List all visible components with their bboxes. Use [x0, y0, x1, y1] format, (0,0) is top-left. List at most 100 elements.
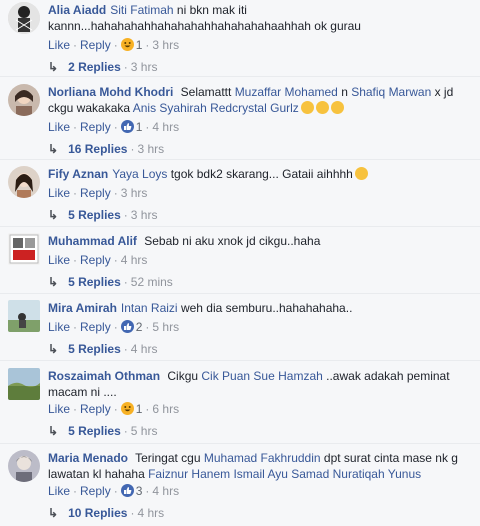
divider — [0, 443, 480, 444]
comment-author[interactable]: Fify Aznan — [48, 167, 108, 181]
replies-count[interactable]: 5 Replies — [68, 424, 121, 438]
comment-time[interactable]: 6 hrs — [152, 402, 179, 416]
divider — [0, 226, 480, 227]
tagged-user[interactable]: Ayu Samad — [267, 467, 329, 481]
replies-link[interactable]: ↳ 5 Replies · 52 mins — [48, 275, 173, 289]
like-button[interactable]: Like — [48, 38, 70, 52]
comment-text: Sebab ni aku xnok jd cikgu..haha — [140, 234, 321, 248]
comment-actions: Like · Reply · 3 · 4 hrs — [48, 484, 180, 498]
reply-button[interactable]: Reply — [80, 253, 111, 267]
avatar[interactable] — [8, 450, 40, 482]
replies-link[interactable]: ↳ 5 Replies · 3 hrs — [48, 208, 157, 222]
tagged-user[interactable]: Yaya Loys — [112, 167, 167, 181]
comment: Maria Menado Teringat cgu Muhamad Fakhru… — [8, 450, 468, 526]
like-button[interactable]: Like — [48, 484, 70, 498]
comment-text: tgok bdk2 skarang... Gataii aihhhh — [167, 167, 353, 181]
replies-count[interactable]: 5 Replies — [68, 342, 121, 356]
comment-actions: Like · Reply · 1 · 3 hrs — [48, 38, 180, 52]
replies-count[interactable]: 10 Replies — [68, 506, 127, 520]
reaction-count[interactable]: 1 — [136, 38, 143, 52]
comment-author[interactable]: Maria Menado — [48, 451, 128, 465]
avatar[interactable] — [8, 233, 40, 265]
haha-reaction-icon[interactable] — [120, 38, 134, 51]
replies-time: 52 mins — [130, 275, 173, 289]
reply-button[interactable]: Reply — [80, 38, 111, 52]
comment-actions: Like · Reply · 1 · 4 hrs — [48, 120, 180, 134]
reply-button[interactable]: Reply — [80, 120, 111, 134]
like-button[interactable]: Like — [48, 253, 70, 267]
comment-text: n — [337, 85, 352, 99]
replies-count[interactable]: 2 Replies — [68, 60, 121, 74]
tagged-user[interactable]: Muhamad Fakhruddin — [204, 451, 321, 465]
replies-link[interactable]: ↳ 16 Replies · 3 hrs — [48, 142, 164, 156]
haha-reaction-icon[interactable] — [120, 402, 134, 415]
divider — [0, 293, 480, 294]
reaction-count[interactable]: 2 — [136, 320, 143, 334]
comment-time[interactable]: 4 hrs — [152, 120, 179, 134]
reaction-count[interactable]: 1 — [136, 120, 143, 134]
like-button[interactable]: Like — [48, 120, 70, 134]
replies-count[interactable]: 5 Replies — [68, 275, 121, 289]
reply-button[interactable]: Reply — [80, 402, 111, 416]
comment-body: Muhammad Alif Sebab ni aku xnok jd cikgu… — [48, 233, 463, 249]
like-reaction-icon[interactable] — [120, 120, 134, 133]
comment-text: Teringat cgu — [132, 451, 204, 465]
comment-time[interactable]: 5 hrs — [152, 320, 179, 334]
laughing-emoji-icon — [330, 101, 344, 114]
tagged-user[interactable]: Muzaffar Mohamed — [235, 85, 338, 99]
comment-body: Fify Aznan Yaya Loys tgok bdk2 skarang...… — [48, 166, 463, 182]
like-reaction-icon[interactable] — [120, 484, 134, 497]
like-button[interactable]: Like — [48, 320, 70, 334]
reply-button[interactable]: Reply — [80, 320, 111, 334]
replies-time: 3 hrs — [130, 60, 158, 74]
comment-author[interactable]: Alia Aiadd — [48, 3, 106, 17]
comment: Roszaimah Othman Cikgu Cik Puan Sue Hamz… — [8, 368, 468, 440]
replies-link[interactable]: ↳ 2 Replies · 3 hrs — [48, 60, 157, 74]
replies-link[interactable]: ↳ 5 Replies · 5 hrs — [48, 424, 157, 438]
avatar[interactable] — [8, 300, 40, 332]
like-button[interactable]: Like — [48, 186, 70, 200]
replies-time: 3 hrs — [137, 142, 165, 156]
avatar[interactable] — [8, 2, 40, 34]
comment-text: weh dia semburu..hahahahaha.. — [177, 301, 353, 315]
comment-author[interactable]: Muhammad Alif — [48, 234, 137, 248]
replies-link[interactable]: ↳ 10 Replies · 4 hrs — [48, 506, 164, 520]
avatar[interactable] — [8, 84, 40, 116]
replies-time: 5 hrs — [130, 424, 158, 438]
avatar[interactable] — [8, 368, 40, 400]
reply-arrow-icon: ↳ — [48, 342, 59, 356]
comment-time[interactable]: 4 hrs — [121, 253, 148, 267]
reaction-count[interactable]: 1 — [136, 402, 143, 416]
tagged-user[interactable]: Intan Raizi — [121, 301, 178, 315]
comment-author[interactable]: Norliana Mohd Khodri — [48, 85, 173, 99]
reply-arrow-icon: ↳ — [48, 424, 59, 438]
reply-arrow-icon: ↳ — [48, 142, 59, 156]
tagged-user[interactable]: Siti Fatimah — [110, 3, 173, 17]
reaction-count[interactable]: 3 — [136, 484, 143, 498]
comment-author[interactable]: Roszaimah Othman — [48, 369, 160, 383]
tagged-user[interactable]: Cik Puan Sue Hamzah — [201, 369, 322, 383]
comment: Muhammad Alif Sebab ni aku xnok jd cikgu… — [8, 233, 468, 289]
tagged-user[interactable]: Nuratiqah Yunus — [333, 467, 422, 481]
comment-time[interactable]: 3 hrs — [152, 38, 179, 52]
replies-time: 4 hrs — [130, 342, 158, 356]
comment-time[interactable]: 3 hrs — [121, 186, 148, 200]
divider — [0, 360, 480, 361]
avatar[interactable] — [8, 166, 40, 198]
comment-body: Maria Menado Teringat cgu Muhamad Fakhru… — [48, 450, 463, 482]
reply-button[interactable]: Reply — [80, 186, 111, 200]
replies-count[interactable]: 16 Replies — [68, 142, 127, 156]
tagged-user[interactable]: Anis Syahirah Redcrystal Gurlz — [133, 101, 299, 115]
reply-arrow-icon: ↳ — [48, 275, 59, 289]
laughing-emoji-icon — [300, 101, 314, 114]
comment-time[interactable]: 4 hrs — [152, 484, 179, 498]
comment: Norliana Mohd Khodri Selamattt Muzaffar … — [8, 84, 468, 156]
replies-count[interactable]: 5 Replies — [68, 208, 121, 222]
tagged-user[interactable]: Faiznur Hanem Ismail — [148, 467, 265, 481]
replies-link[interactable]: ↳ 5 Replies · 4 hrs — [48, 342, 157, 356]
reply-button[interactable]: Reply — [80, 484, 111, 498]
like-button[interactable]: Like — [48, 402, 70, 416]
tagged-user[interactable]: Shafiq Marwan — [351, 85, 431, 99]
like-reaction-icon[interactable] — [120, 320, 134, 333]
comment-author[interactable]: Mira Amirah — [48, 301, 117, 315]
